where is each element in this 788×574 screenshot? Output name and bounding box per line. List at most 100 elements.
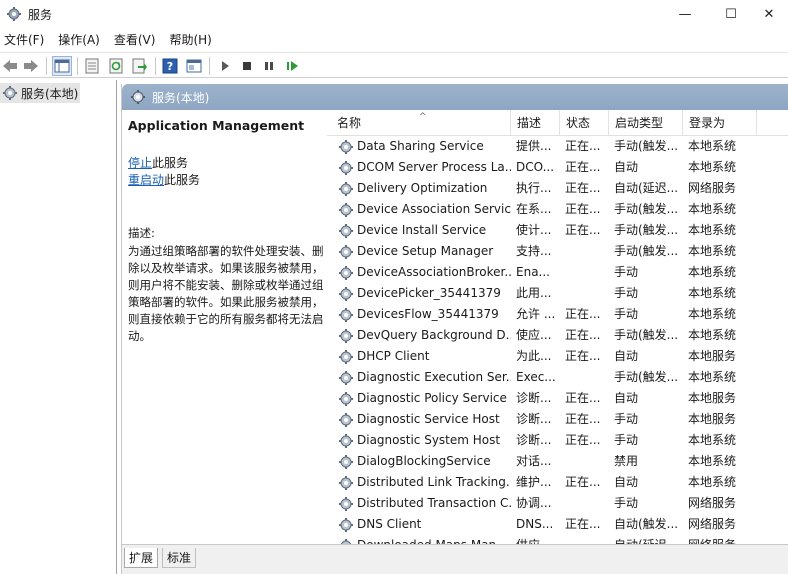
service-gear-icon [338, 391, 354, 407]
view-icon[interactable] [184, 56, 204, 76]
service-name: Diagnostic Execution Ser... [357, 370, 511, 384]
service-name: DCOM Server Process La... [357, 160, 511, 174]
service-name: Device Install Service [357, 223, 487, 237]
stop-service-link[interactable]: 停止 [128, 156, 152, 170]
service-logon: 本地系统 [688, 370, 737, 384]
column-header-desc[interactable]: 描述 [511, 110, 560, 136]
table-row[interactable]: DialogBlockingService 对话... 禁用 本地系统 [327, 451, 788, 472]
service-gear-icon [338, 496, 354, 512]
pane-header: 服务(本地) [122, 84, 788, 110]
table-row[interactable]: Diagnostic Policy Service 诊断... 正在... 自动 本地服… [327, 388, 788, 409]
services-list[interactable]: 名称 ^ 描述 状态 启动类型 登录为 Data Sharing Service… [327, 110, 788, 544]
minimize-button[interactable]: — [662, 0, 708, 28]
table-row[interactable]: Device Install Service 使计... 正在... 手动(触发...… [327, 220, 788, 241]
service-logon: 本地系统 [688, 433, 737, 447]
table-row[interactable]: Distributed Link Tracking... 维护... 正在... 自动… [327, 472, 788, 493]
service-name: Device Association Service [357, 202, 511, 216]
service-desc: 在系... [516, 202, 552, 216]
export-icon[interactable] [130, 56, 150, 76]
table-row[interactable]: DCOM Server Process La... DCO... 正在... 自动 本地… [327, 157, 788, 178]
tab-standard[interactable]: 标准 [162, 548, 197, 568]
restart-service-link[interactable]: 重启动 [128, 173, 164, 187]
table-row[interactable]: DevQuery Background D... 使应... 正在... 手动(触发.… [327, 325, 788, 346]
refresh-icon[interactable] [106, 56, 126, 76]
table-row[interactable]: Delivery Optimization 执行... 正在... 自动(延迟... 网… [327, 178, 788, 199]
service-name: DHCP Client [357, 349, 430, 363]
table-row[interactable]: DeviceAssociationBroker... Ena... 手动 本地系统 [327, 262, 788, 283]
service-gear-icon [338, 181, 354, 197]
properties-icon[interactable] [82, 56, 102, 76]
service-detail-panel: Application Management 停止此服务 重启动此服务 描述: … [122, 110, 327, 544]
service-startup: 自动 [614, 475, 639, 489]
service-logon: 网络服务 [688, 496, 737, 510]
service-logon: 本地服务 [688, 349, 737, 363]
service-startup: 自动(延迟... [614, 181, 679, 195]
service-desc: 诊断... [516, 433, 552, 447]
table-row[interactable]: Diagnostic Execution Ser... Exec... 手动(触发.… [327, 367, 788, 388]
service-name: Data Sharing Service [357, 139, 484, 153]
service-startup: 自动(触发... [614, 517, 679, 531]
tab-extended[interactable]: 扩展 [124, 548, 159, 568]
close-button[interactable]: ✕ [746, 0, 788, 28]
service-name: DevicePicker_35441379 [357, 286, 501, 300]
service-state: 正在... [565, 391, 601, 405]
tree-item-services-local[interactable]: 服务(本地) [0, 83, 80, 103]
table-row[interactable]: Downloaded Maps Man... 供应... 自动(延迟... 网络服务 [327, 535, 788, 544]
service-name: Downloaded Maps Man... [357, 535, 511, 544]
service-state: 正在... [565, 412, 601, 426]
service-state [565, 367, 607, 388]
table-row[interactable]: DHCP Client 为此... 正在... 自动 本地服务 [327, 346, 788, 367]
table-row[interactable]: Diagnostic System Host 诊断... 正在... 手动 本地系统 [327, 430, 788, 451]
service-state [565, 451, 607, 472]
table-row[interactable]: Device Setup Manager 支持... 手动(触发... 本地系统 [327, 241, 788, 262]
service-desc: Ena... [516, 265, 550, 279]
service-startup: 自动 [614, 349, 639, 363]
view-tabs: 扩展 标准 [122, 544, 788, 574]
table-row[interactable]: Diagnostic Service Host 诊断... 正在... 手动 本地服务 [327, 409, 788, 430]
service-startup: 手动 [614, 286, 639, 300]
restart-icon[interactable] [282, 56, 302, 76]
stop-suffix: 此服务 [152, 156, 189, 170]
service-startup: 手动(触发... [614, 139, 679, 153]
table-row[interactable]: Device Association Service 在系... 正在... 手动(触… [327, 199, 788, 220]
service-logon: 本地系统 [688, 223, 737, 237]
service-startup: 手动 [614, 433, 639, 447]
service-desc: 执行... [516, 181, 552, 195]
stop-icon[interactable] [237, 56, 257, 76]
pause-icon[interactable] [259, 56, 279, 76]
service-state: 正在... [565, 433, 601, 447]
column-header-startup[interactable]: 启动类型 [609, 110, 683, 136]
service-state: 正在... [565, 202, 601, 216]
menu-help[interactable]: 帮助(H) [163, 29, 219, 51]
menu-view[interactable]: 查看(V) [108, 29, 164, 51]
menu-action[interactable]: 操作(A) [52, 29, 108, 51]
service-logon: 本地系统 [688, 307, 737, 321]
table-row[interactable]: Distributed Transaction C... 协调... 手动 网络服务 [327, 493, 788, 514]
window-title: 服务 [28, 7, 53, 22]
table-row[interactable]: DNS Client DNS... 正在... 自动(触发... 网络服务 [327, 514, 788, 535]
service-name: DevQuery Background D... [357, 328, 511, 342]
console-tree-icon[interactable] [52, 56, 72, 76]
play-icon[interactable] [215, 56, 235, 76]
table-row[interactable]: DevicePicker_35441379 此用... 手动 本地系统 [327, 283, 788, 304]
table-row[interactable]: Data Sharing Service 提供... 正在... 手动(触发... 本地… [327, 136, 788, 157]
forward-icon[interactable] [21, 56, 41, 76]
help-icon[interactable]: ? [160, 56, 180, 76]
service-logon: 本地系统 [688, 454, 737, 468]
service-gear-icon [338, 454, 354, 470]
service-gear-icon [338, 286, 354, 302]
service-title: Application Management [128, 118, 305, 133]
table-row[interactable]: DevicesFlow_35441379 允许 ... 正在... 手动 本地系统 [327, 304, 788, 325]
service-name: Diagnostic System Host [357, 433, 501, 447]
service-startup: 手动 [614, 496, 639, 510]
column-header-state[interactable]: 状态 [560, 110, 609, 136]
service-desc: 对话... [516, 454, 552, 468]
service-state: 正在... [565, 349, 601, 363]
service-gear-icon [338, 244, 354, 260]
menu-file[interactable]: 文件(F) [0, 29, 52, 51]
column-header-logon[interactable]: 登录为 [683, 110, 757, 136]
service-logon: 本地系统 [688, 139, 737, 153]
service-desc: DCO... [516, 160, 555, 174]
back-icon[interactable] [0, 56, 20, 76]
service-state [565, 283, 607, 304]
